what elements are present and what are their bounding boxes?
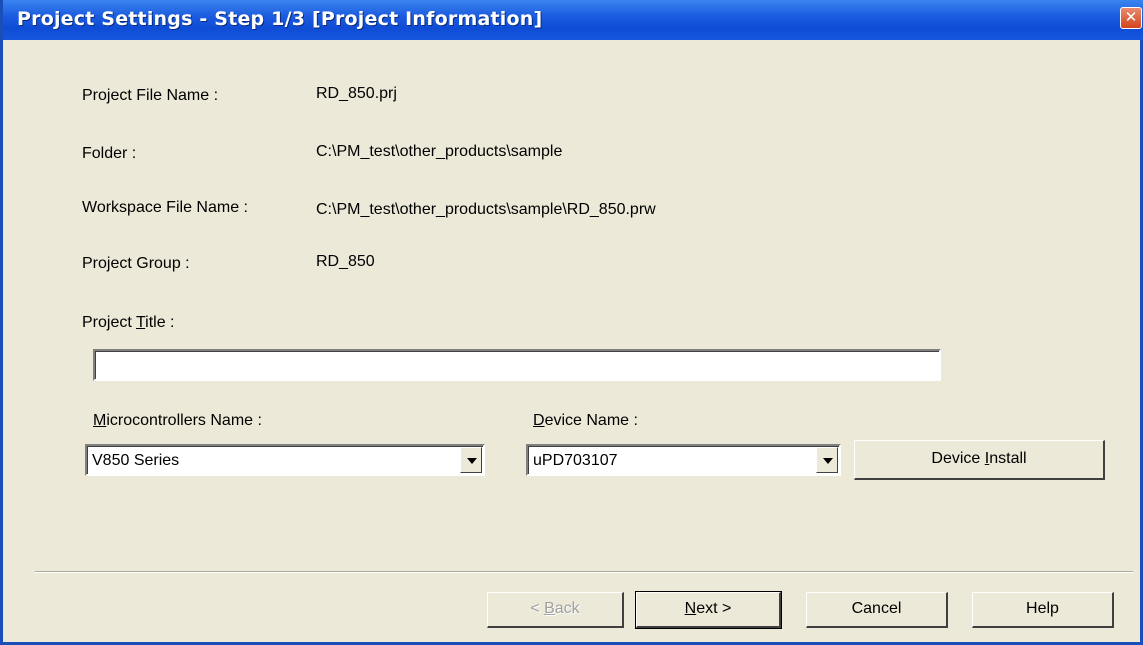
folder-label: Folder :: [82, 145, 137, 162]
microcontrollers-selected-value: V850 Series: [92, 452, 180, 469]
project-settings-dialog: Project Settings - Step 1/3 [Project Inf…: [0, 0, 1143, 645]
next-button[interactable]: Next >: [635, 591, 782, 629]
device-name-select[interactable]: uPD703107: [526, 444, 841, 476]
back-button[interactable]: < Back: [487, 592, 624, 628]
project-group-label: Project Group :: [82, 255, 190, 272]
title-bar[interactable]: Project Settings - Step 1/3 [Project Inf…: [3, 0, 1143, 40]
project-file-name-label: Project File Name :: [82, 87, 219, 104]
help-button[interactable]: Help: [972, 592, 1114, 628]
folder-value: C:\PM_test\other_products\sample: [316, 143, 563, 160]
project-title-input[interactable]: [93, 349, 941, 381]
workspace-file-name-label: Workspace File Name :: [82, 199, 248, 216]
project-group-value: RD_850: [316, 253, 375, 270]
divider: [35, 571, 1133, 573]
project-title-label: Project Title :: [82, 314, 175, 331]
device-selected-value: uPD703107: [533, 452, 618, 469]
microcontrollers-select[interactable]: V850 Series: [85, 444, 485, 476]
chevron-down-icon[interactable]: [460, 447, 482, 473]
device-install-button[interactable]: Device Install: [854, 440, 1105, 480]
project-file-name-value: RD_850.prj: [316, 85, 397, 102]
workspace-file-name-value: C:\PM_test\other_products\sample\RD_850.…: [316, 201, 656, 218]
device-name-label: Device Name :: [533, 412, 638, 429]
window-title: Project Settings - Step 1/3 [Project Inf…: [17, 8, 543, 30]
cancel-button[interactable]: Cancel: [806, 592, 948, 628]
close-icon[interactable]: ✕: [1120, 7, 1142, 29]
chevron-down-icon[interactable]: [816, 447, 838, 473]
microcontrollers-name-label: Microcontrollers Name :: [93, 412, 262, 429]
